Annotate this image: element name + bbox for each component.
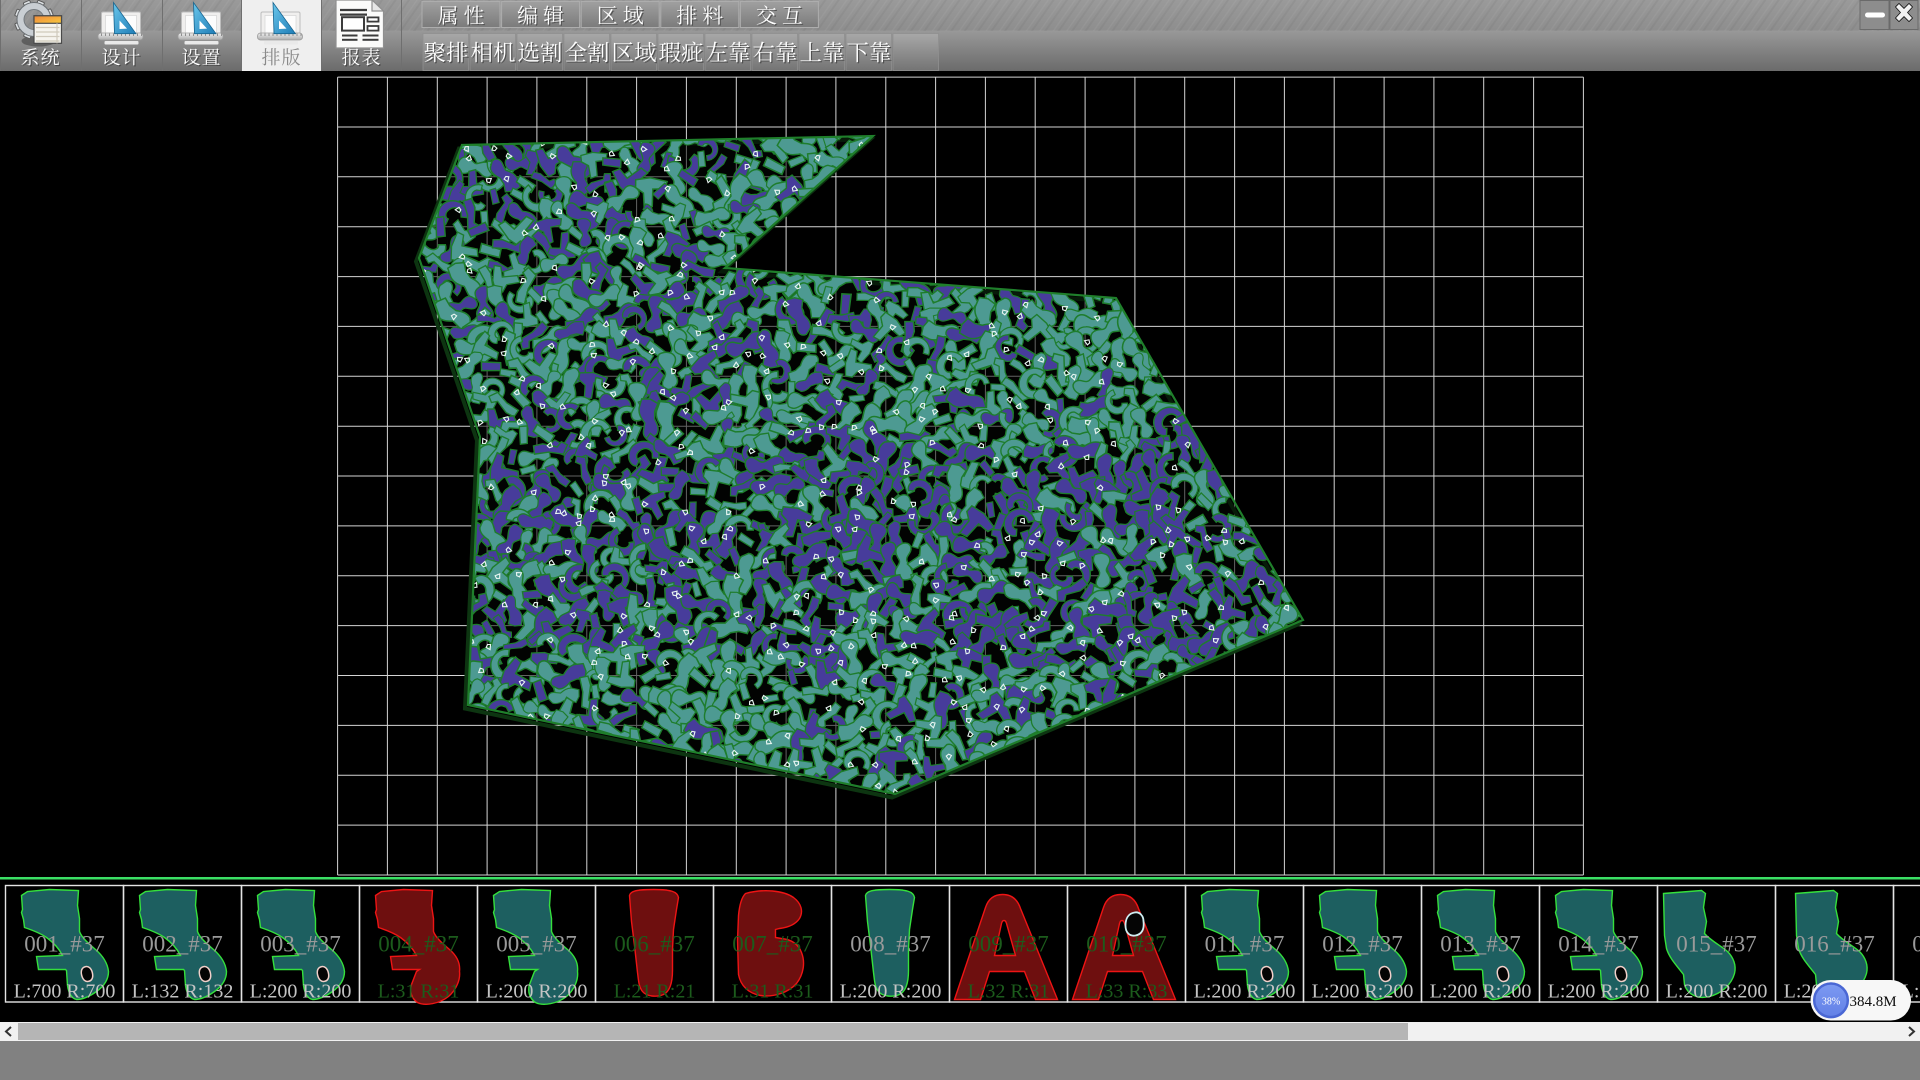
svg-text:L:200 R:200: L:200 R:200 (1194, 981, 1296, 1003)
svg-text:005_#37: 005_#37 (496, 932, 577, 957)
svg-text:L:200 R:200: L:200 R:200 (1430, 981, 1532, 1003)
svg-text:015_#37: 015_#37 (1676, 932, 1757, 957)
svg-text:010_#37: 010_#37 (1086, 932, 1167, 957)
svg-text:L:32 R:31: L:32 R:31 (968, 981, 1050, 1003)
svg-text:L:31 R:31: L:31 R:31 (378, 981, 460, 1003)
svg-text:017_#37: 017_#37 (1912, 932, 1920, 957)
svg-text:016_#37: 016_#37 (1794, 932, 1875, 957)
svg-text:38%: 38% (1822, 997, 1840, 1008)
svg-text:L:200 R:200: L:200 R:200 (1548, 981, 1650, 1003)
svg-text:L:33 R:33: L:33 R:33 (1086, 981, 1168, 1003)
svg-text:013_#37: 013_#37 (1440, 932, 1521, 957)
svg-text:014_#37: 014_#37 (1558, 932, 1639, 957)
svg-text:002_#37: 002_#37 (142, 932, 223, 957)
svg-text:L:200 R:200: L:200 R:200 (1312, 981, 1414, 1003)
svg-text:L:200 R:200: L:200 R:200 (1666, 981, 1768, 1003)
svg-text:L:200 R:200: L:200 R:200 (250, 981, 352, 1003)
svg-text:L:132 R:132: L:132 R:132 (132, 981, 234, 1003)
svg-text:384.8M: 384.8M (1849, 994, 1896, 1010)
svg-text:012_#37: 012_#37 (1322, 932, 1403, 957)
svg-text:L:31 R:31: L:31 R:31 (732, 981, 814, 1003)
svg-text:007_#37: 007_#37 (732, 932, 813, 957)
svg-text:003_#37: 003_#37 (260, 932, 341, 957)
svg-text:009_#37: 009_#37 (968, 932, 1049, 957)
svg-text:004_#37: 004_#37 (378, 932, 459, 957)
svg-text:006_#37: 006_#37 (614, 932, 695, 957)
svg-text:L:200 R:200: L:200 R:200 (840, 981, 942, 1003)
svg-text:L:200 R:200: L:200 R:200 (486, 981, 588, 1003)
svg-text:L:700 R:700: L:700 R:700 (14, 981, 116, 1003)
svg-text:001_#37: 001_#37 (24, 932, 105, 957)
svg-text:008_#37: 008_#37 (850, 932, 931, 957)
svg-text:L:21 R:21: L:21 R:21 (614, 981, 696, 1003)
svg-text:011_#37: 011_#37 (1205, 932, 1285, 957)
